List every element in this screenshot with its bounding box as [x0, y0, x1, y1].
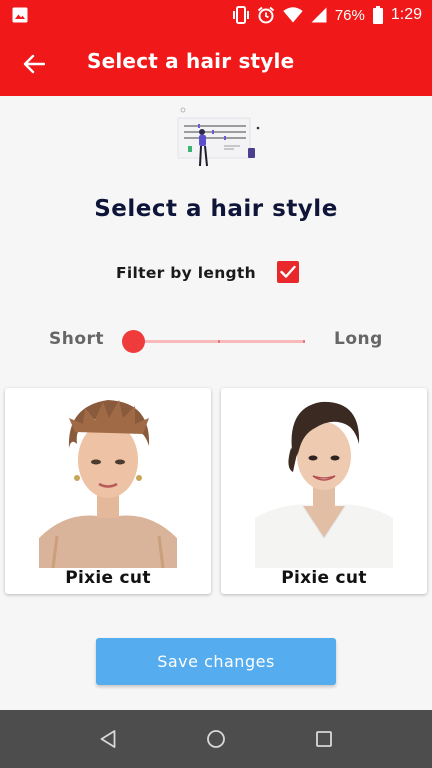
nav-back-button[interactable] — [96, 727, 120, 751]
slider-min-label: Short — [49, 329, 105, 349]
hair-style-illustration — [168, 104, 264, 176]
hair-style-photo — [255, 388, 393, 568]
status-bar: 76% 1:29 — [0, 0, 432, 30]
clock-time: 1:29 — [390, 6, 422, 23]
slider-max-label: Long — [334, 329, 383, 349]
hair-style-photo — [39, 388, 177, 568]
vibrate-icon — [232, 6, 249, 24]
checkmark-icon — [280, 265, 296, 278]
page-heading: Select a hair style — [94, 196, 338, 222]
save-changes-button[interactable]: Save changes — [96, 638, 336, 685]
arrow-left-icon — [23, 54, 45, 74]
hair-style-label: Pixie cut — [281, 568, 367, 588]
app-bar: Select a hair style — [0, 30, 432, 96]
nav-recent-button[interactable] — [312, 727, 336, 751]
wifi-icon — [283, 7, 303, 23]
nav-home-button[interactable] — [204, 727, 228, 751]
hair-style-card[interactable]: Pixie cut — [221, 388, 427, 594]
slider-tick — [218, 340, 220, 343]
recent-square-icon — [316, 731, 332, 747]
back-button[interactable] — [18, 48, 50, 80]
slider-tick — [303, 340, 305, 343]
filter-row: Filter by length — [116, 260, 299, 286]
filter-checkbox[interactable] — [277, 261, 299, 283]
battery-percent: 76% — [334, 6, 365, 24]
filter-label: Filter by length — [116, 264, 256, 282]
app-bar-title: Select a hair style — [87, 49, 295, 73]
back-triangle-icon — [100, 730, 116, 748]
length-slider: Short Long — [0, 326, 432, 356]
battery-icon — [372, 6, 383, 24]
hair-style-label: Pixie cut — [65, 568, 151, 588]
slider-thumb[interactable] — [121, 330, 145, 353]
hair-style-grid: Pixie cut Pixie cut — [5, 388, 427, 594]
hair-style-card[interactable]: Pixie cut — [5, 388, 211, 594]
navigation-bar — [0, 710, 432, 768]
alarm-icon — [257, 6, 275, 24]
image-icon — [12, 7, 28, 23]
signal-icon — [311, 7, 327, 23]
home-circle-icon — [207, 730, 225, 748]
